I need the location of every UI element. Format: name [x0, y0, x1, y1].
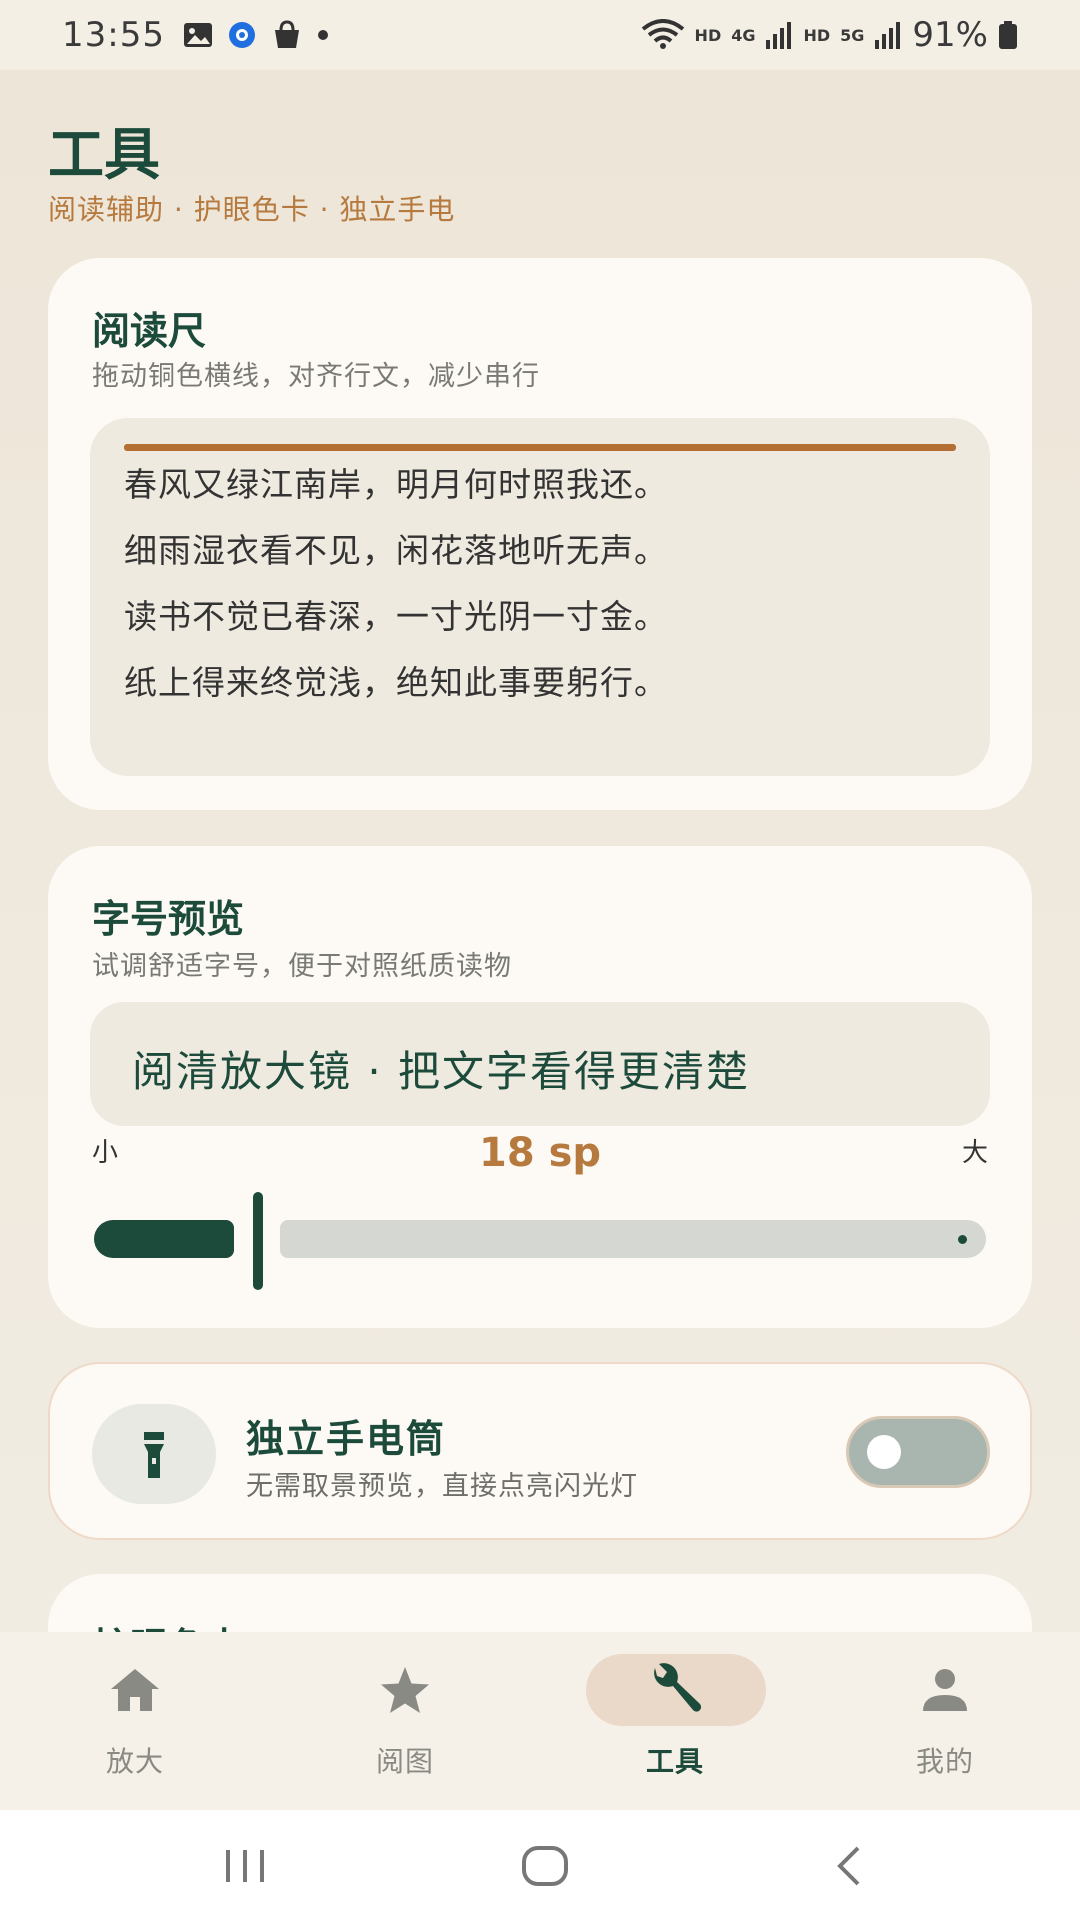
gallery-icon [183, 23, 212, 47]
status-bar: 13:55 HD 4G HD 5G 91% [0, 0, 1080, 70]
home-button[interactable] [500, 1838, 590, 1894]
ruler-line-handle[interactable] [124, 444, 956, 451]
font-preview-title: 字号预览 [92, 897, 245, 941]
status-notification-icons [183, 20, 329, 50]
signal-icon-2 [875, 22, 901, 49]
page-subtitle: 阅读辅助 · 护眼色卡 · 独立手电 [48, 193, 456, 226]
font-size-value: 18 sp [478, 1130, 602, 1176]
nav-label-tools: 工具 [645, 1745, 704, 1778]
back-chevron-icon [837, 1846, 860, 1886]
eye-color-card: 护眼色卡 [48, 1574, 1032, 1632]
home-circle-icon [522, 1846, 568, 1886]
font-preview-card: 字号预览 试调舒适字号，便于对照纸质读物 阅清放大镜 · 把文字看得更清楚 小 … [48, 846, 1032, 1328]
nav-label-images: 阅图 [375, 1745, 434, 1778]
wrench-icon [654, 1663, 702, 1712]
nav-label-magnify: 放大 [105, 1745, 164, 1778]
flashlight-toggle[interactable] [846, 1416, 990, 1488]
person-icon [923, 1669, 967, 1711]
recent-apps-button[interactable] [200, 1838, 290, 1894]
reading-ruler-title: 阅读尺 [92, 309, 207, 353]
reading-ruler-area[interactable]: 春风又绿江南岸，明月何时照我还。 细雨湿衣看不见，闲花落地听无声。 读书不觉已春… [90, 418, 990, 776]
slider-inactive-track[interactable] [280, 1220, 986, 1258]
nav-item-tools[interactable]: 工具 [540, 1632, 810, 1810]
hd-indicator-2: HD [803, 25, 831, 45]
nav-item-images[interactable]: 阅图 [270, 1632, 540, 1810]
size-label-large: 大 [961, 1138, 988, 1168]
poem-line: 春风又绿江南岸，明月何时照我还。 [124, 465, 668, 504]
more-notifications-icon [317, 30, 328, 40]
nav-item-magnify[interactable]: 放大 [0, 1632, 270, 1810]
tools-page[interactable]: 工具 阅读辅助 · 护眼色卡 · 独立手电 阅读尺 拖动铜色横线，对齐行文，减少… [0, 70, 1080, 1632]
font-sample-text: 阅清放大镜 · 把文字看得更清楚 [132, 1047, 751, 1096]
font-preview-desc: 试调舒适字号，便于对照纸质读物 [92, 951, 512, 982]
shopping-bag-icon [274, 20, 299, 48]
font-sample-box: 阅清放大镜 · 把文字看得更清楚 [90, 1002, 990, 1126]
nav-label-profile: 我的 [915, 1745, 974, 1778]
bottom-navigation: 放大 阅图 工具 我的 [0, 1632, 1080, 1810]
toggle-knob [867, 1435, 901, 1469]
recent-apps-icon [226, 1850, 264, 1882]
star-icon [381, 1667, 429, 1713]
battery-percent: 91% [912, 15, 988, 55]
slider-thumb[interactable] [253, 1192, 263, 1290]
reading-ruler-desc: 拖动铜色横线，对齐行文，减少串行 [92, 361, 540, 392]
battery-icon [999, 21, 1017, 49]
nav-item-profile[interactable]: 我的 [810, 1632, 1080, 1810]
slider-active-track[interactable] [94, 1220, 234, 1258]
signal-icon [766, 22, 792, 49]
home-icon [111, 1669, 159, 1711]
flashlight-icon [144, 1432, 164, 1478]
slider-end-stop [958, 1235, 967, 1244]
wifi-icon [641, 19, 684, 49]
back-button[interactable] [805, 1838, 895, 1894]
eye-color-title: 护眼色卡 [92, 1616, 244, 1632]
flashlight-card[interactable]: 独立手电筒 无需取景预览，直接点亮闪光灯 [48, 1362, 1032, 1540]
flashlight-desc: 无需取景预览，直接点亮闪光灯 [246, 1471, 638, 1502]
chat-app-icon [228, 22, 255, 48]
network-4g: 4G [731, 25, 756, 45]
poem-line: 细雨湿衣看不见，闲花落地听无声。 [124, 531, 668, 570]
poem-line: 纸上得来终觉浅，绝知此事要躬行。 [124, 663, 668, 702]
page-title: 工具 [48, 123, 160, 188]
system-navigation-bar [0, 1810, 1080, 1920]
flashlight-title: 独立手电筒 [246, 1417, 447, 1461]
network-5g: 5G [840, 25, 865, 45]
status-system-icons: HD 4G HD 5G 91% [641, 15, 1018, 55]
reading-ruler-card: 阅读尺 拖动铜色横线，对齐行文，减少串行 春风又绿江南岸，明月何时照我还。 细雨… [48, 258, 1032, 810]
flashlight-icon-container [92, 1404, 216, 1504]
hd-indicator: HD [694, 25, 722, 45]
status-time: 13:55 [62, 15, 165, 55]
poem-line: 读书不觉已春深，一寸光阴一寸金。 [124, 597, 668, 636]
